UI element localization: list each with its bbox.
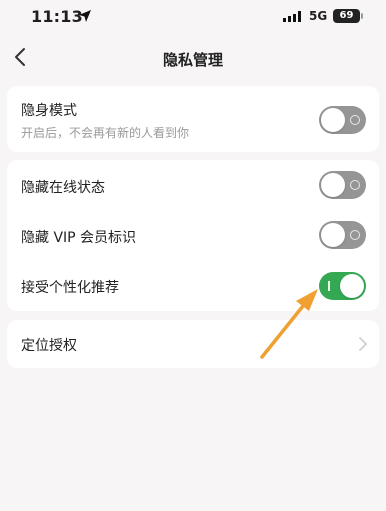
toggle-knob: [321, 173, 345, 197]
page-title: 隐私管理: [162, 51, 223, 69]
toggle-knob: [321, 108, 345, 132]
location-card[interactable]: 定位授权: [7, 320, 379, 368]
setting-row-personalized: 接受个性化推荐: [7, 260, 379, 311]
stealth-card: 隐身模式 开启后，不会再有新的人看到你: [7, 86, 379, 152]
battery-level: 69: [339, 10, 354, 21]
location-arrow-icon: [79, 10, 91, 22]
status-time: 11:13: [31, 7, 83, 26]
privacy-settings-screen: 11:13 5G 69 隐私管理 隐身模式 开启后，不会再有新的人看到你 隐藏在…: [0, 0, 386, 511]
signal-icon: [283, 11, 301, 22]
toggle-knob: [321, 223, 345, 247]
location-label: 定位授权: [21, 338, 77, 354]
stealth-label: 隐身模式: [21, 103, 77, 119]
setting-row-hide-vip: 隐藏 VIP 会员标识: [7, 210, 379, 260]
toggle-off-mark-icon: [350, 230, 360, 240]
toggle-on-mark-icon: [328, 281, 330, 291]
battery-tip: [361, 13, 363, 19]
chevron-right-icon: [359, 337, 367, 351]
personalized-label: 接受个性化推荐: [21, 280, 119, 296]
battery-icon: 69: [333, 9, 360, 23]
hide-vip-toggle[interactable]: [319, 221, 366, 249]
toggle-knob: [340, 274, 364, 298]
status-bar: 11:13 5G 69: [0, 0, 386, 34]
visibility-card: 隐藏在线状态 隐藏 VIP 会员标识 接受个性化推荐: [7, 160, 379, 311]
toggle-off-mark-icon: [350, 115, 360, 125]
stealth-toggle[interactable]: [319, 106, 366, 134]
stealth-description: 开启后，不会再有新的人看到你: [21, 126, 190, 140]
setting-row-hide-online: 隐藏在线状态: [7, 160, 379, 210]
setting-row-stealth: 隐身模式 开启后，不会再有新的人看到你: [7, 86, 379, 152]
toggle-off-mark-icon: [350, 180, 360, 190]
hide-online-label: 隐藏在线状态: [21, 180, 105, 196]
hide-vip-label: 隐藏 VIP 会员标识: [21, 230, 137, 246]
network-type: 5G: [309, 9, 328, 23]
hide-online-toggle[interactable]: [319, 171, 366, 199]
personalized-toggle[interactable]: [319, 272, 366, 300]
nav-bar: 隐私管理: [0, 38, 386, 78]
